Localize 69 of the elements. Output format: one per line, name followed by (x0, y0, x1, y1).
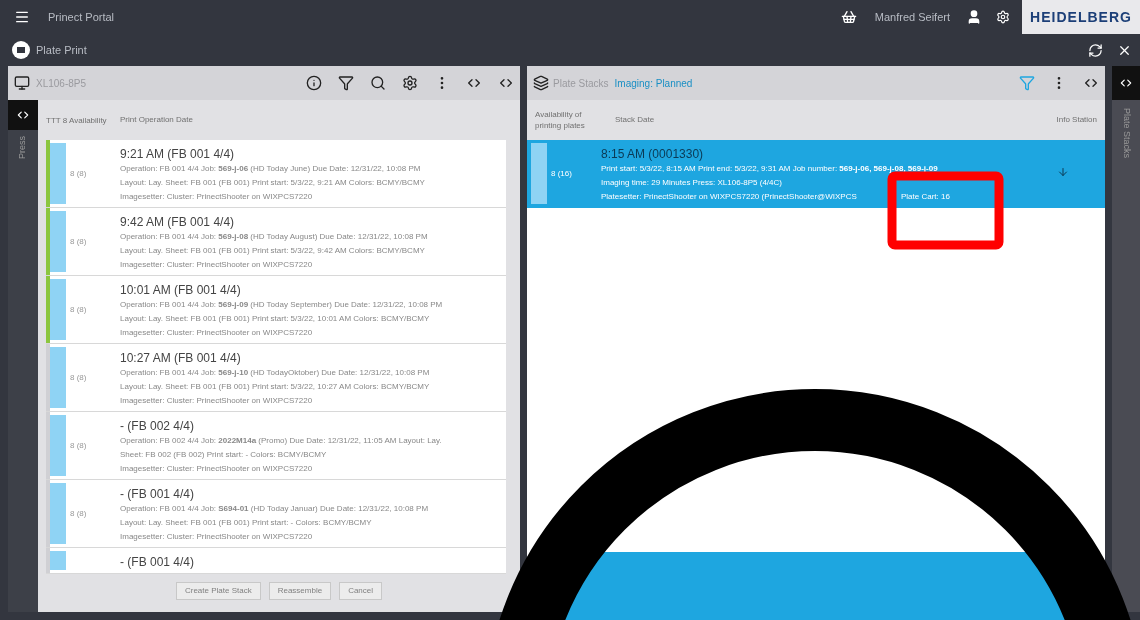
row-title: 10:27 AM (FB 001 4/4) (120, 350, 242, 366)
search-icon[interactable] (370, 75, 386, 91)
app-logo-icon (12, 41, 30, 59)
toggle-button[interactable] (1112, 66, 1140, 100)
app-title: Plate Print (36, 42, 87, 58)
column-header[interactable]: Print Operation Date (120, 114, 193, 126)
down-arrow-icon[interactable] (1057, 166, 1069, 178)
collapse-icon (1119, 76, 1133, 90)
availability-count: 8 (8) (70, 507, 87, 520)
basket-icon[interactable] (840, 9, 857, 25)
row-detail: Operation: FB 001 4/4 Job: S694-01 (HD Today Januar) Due Date: 12/31/22, 10:08 PM (120, 503, 429, 515)
panel-subtitle: Imaging: Planned (614, 76, 693, 91)
row-title: 9:21 AM (FB 001 4/4) (120, 146, 236, 162)
settings-icon[interactable] (402, 75, 418, 91)
list-row[interactable]: - (FB 001 4/4) (46, 548, 506, 574)
row-detail: Operation: FB 001 4/4 Job: 569-j-06 (HD Today June) Due Date: 12/31/22, 10:08 PM (120, 163, 422, 175)
row-detail: Layout: Lay. Sheet: FB 001 (FB 001) Print start: 5/3/22, 9:42 AM Colors: BCMY/BCMY (120, 245, 426, 257)
row-detail: Layout: Lay. Sheet: FB 001 (FB 001) Print start: - Colors: BCMY/BCMY (120, 517, 373, 529)
side-tab[interactable]: Press (16, 136, 30, 159)
row-detail: Imagesetter: Cluster: PrinectShooter on WIXPCS7220 (120, 531, 314, 543)
refresh-icon[interactable] (1088, 42, 1103, 58)
user-name: Manfred Seifert (874, 9, 950, 25)
menu-icon[interactable] (14, 9, 30, 25)
column-header[interactable]: TTT 8 Availability (46, 114, 110, 126)
availability-count: 8 (8) (70, 439, 87, 452)
availability-count: 8 (8) (70, 303, 87, 316)
user-icon[interactable] (966, 9, 982, 25)
row-title: - (FB 001 4/4) (120, 554, 195, 570)
filter-icon[interactable] (338, 75, 354, 91)
row-detail: Platesetter: PrinectShooter on WIXPCS7220 (PrinectShooter@WIXPCS (601, 191, 858, 203)
column-header[interactable]: Stack Date (615, 114, 655, 126)
row-detail: Imagesetter: Cluster: PrinectShooter on WIXPCS7220 (120, 395, 314, 407)
availability-count: 8 (16) (551, 167, 572, 180)
portal-title: Prinect Portal (48, 9, 115, 25)
availability-count: 8 (8) (70, 235, 87, 248)
column-header[interactable]: Info Station (1056, 114, 1097, 126)
toggle-button[interactable] (8, 100, 38, 130)
collapse-icon (16, 108, 30, 122)
list-row[interactable] (527, 140, 1105, 208)
monitor-icon (14, 75, 30, 91)
row-detail: Imagesetter: Cluster: PrinectShooter on WIXPCS7220 (120, 191, 314, 203)
row-detail: Operation: FB 002 4/4 Job: 2022M14a (Promo) Due Date: 12/31/22, 11:05 AM Layout: Lay. (120, 435, 442, 447)
availability-count: 8 (8) (70, 167, 87, 180)
row-detail: Sheet: FB 002 (FB 002) Print start: - Colors: BCMY/BCMY (120, 449, 328, 461)
row-detail: Operation: FB 001 4/4 Job: 569-j-08 (HD Today August) Due Date: 12/31/22, 10:08 PM (120, 231, 428, 243)
panel-title: XL106-8P5 (36, 76, 87, 91)
row-detail: Layout: Lay. Sheet: FB 001 (FB 001) Print start: 5/3/22, 10:27 AM Colors: BCMY/BCMY (120, 381, 430, 393)
stack-icon (533, 75, 549, 91)
row-detail: Imagesetter: Cluster: PrinectShooter on WIXPCS7220 (120, 327, 314, 339)
column-header[interactable]: Availability of printing plates (535, 109, 599, 131)
logo: HEIDELBERG (1022, 0, 1140, 34)
availability-count: 8 (8) (70, 371, 87, 384)
info-icon[interactable] (306, 75, 322, 91)
row-title: - (FB 001 4/4) (120, 486, 196, 502)
panel-title: Plate Stacks (553, 76, 609, 91)
row-detail: Layout: Lay. Sheet: FB 001 (FB 001) Print start: 5/3/22, 9:21 AM Colors: BCMY/BCMY (120, 177, 425, 189)
row-detail: Imagesetter: Cluster: PrinectShooter on WIXPCS7220 (120, 259, 314, 271)
row-detail: Operation: FB 001 4/4 Job: 569-j-09 (HD Today September) Due Date: 12/31/22, 10:08 PM (120, 299, 443, 311)
row-detail: Imaging time: 29 Minutes Press: XL106-8P5 (4/4C) (601, 177, 783, 189)
row-detail: Plate Cart: 16 (901, 191, 950, 203)
row-detail: Imagesetter: Cluster: PrinectShooter on WIXPCS7220 (120, 463, 314, 475)
row-title: 8:15 AM (0001330) (601, 146, 705, 162)
row-detail: Layout: Lay. Sheet: FB 001 (FB 001) Print start: 5/3/22, 10:01 AM Colors: BCMY/BCMY (120, 313, 431, 325)
side-tab[interactable]: Plate Stacks (1119, 108, 1133, 159)
row-detail: Operation: FB 001 4/4 Job: 569-j-10 (HD TodayOktober) Due Date: 12/31/22, 10:08 PM (120, 367, 430, 379)
row-detail: Print start: 5/3/22, 8:15 AM Print end: 5/3/22, 9:31 AM Job number: 569-j-06, 569-j-08, 569-j-09 (601, 163, 939, 175)
row-title: - (FB 002 4/4) (120, 418, 196, 434)
row-title: 9:42 AM (FB 001 4/4) (120, 214, 236, 230)
row-title: 10:01 AM (FB 001 4/4) (120, 282, 242, 298)
